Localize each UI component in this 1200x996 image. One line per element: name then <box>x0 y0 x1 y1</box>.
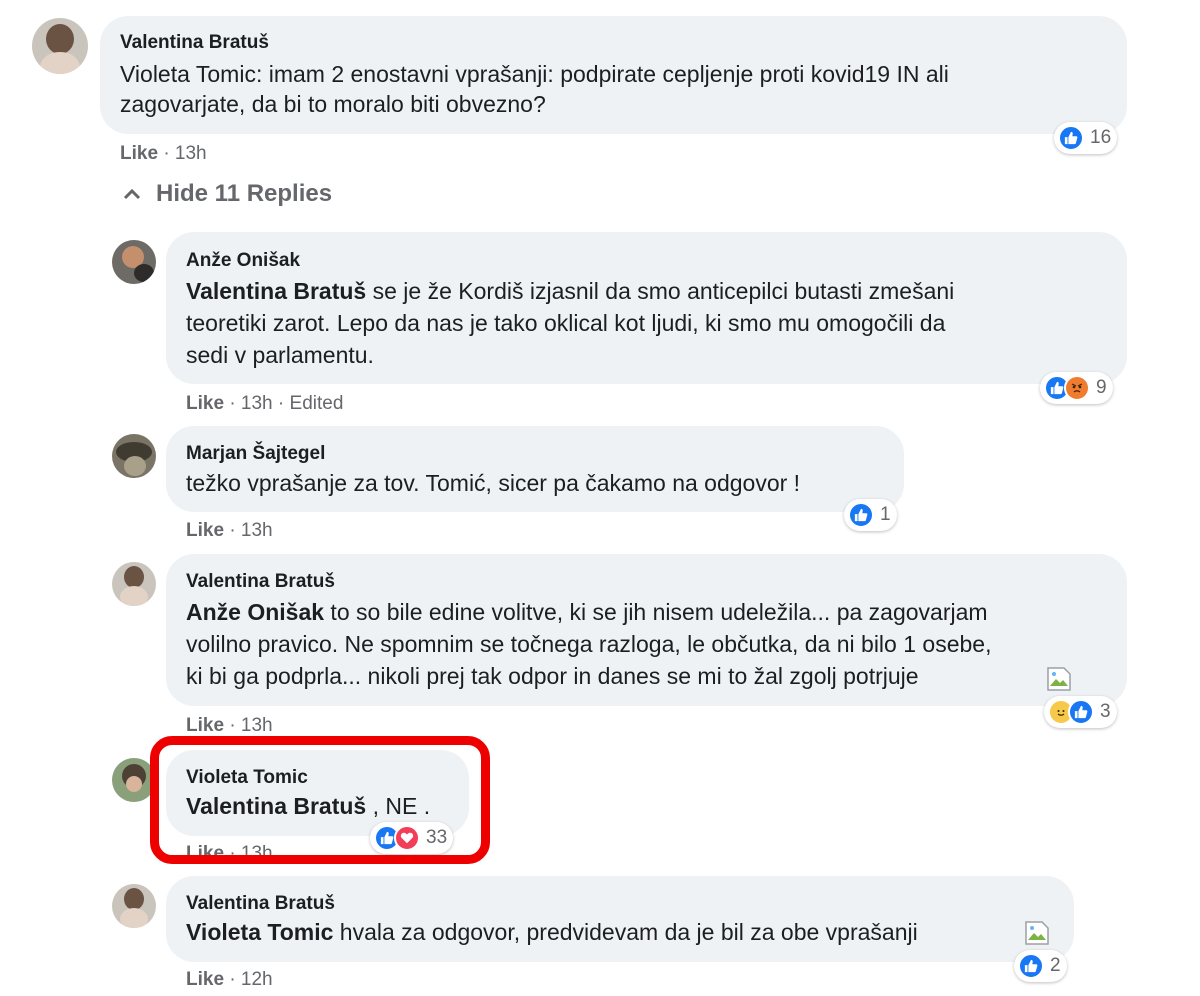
comment-text-line: volilno pravico. Ne spomnim se točnega r… <box>186 631 992 657</box>
chevron-up-icon <box>122 180 142 208</box>
reaction-summary[interactable]: 2 <box>1014 950 1067 982</box>
angry-icon <box>1064 375 1090 401</box>
comment-text-line: sedi v parlamentu. <box>186 342 374 368</box>
comment-text-line: težko vprašanje za tov. Tomić, sicer pa … <box>186 470 801 496</box>
comment-text-line: Violeta Tomic: imam 2 enostavni vprašanj… <box>120 61 949 87</box>
separator: · <box>229 393 241 414</box>
like-button[interactable]: Like <box>186 520 224 541</box>
comment-text-line: Valentina Bratuš , NE . <box>186 790 430 822</box>
like-icon <box>1068 699 1094 725</box>
mention-link[interactable]: Anže Onišak <box>186 599 324 625</box>
timestamp[interactable]: 13h <box>241 520 273 541</box>
mention-link[interactable]: Valentina Bratuš <box>186 793 366 819</box>
mention-link[interactable]: Valentina Bratuš <box>186 278 366 304</box>
comment-text-line: ki bi ga podprla... nikoli prej tak odpo… <box>186 663 919 689</box>
reaction-summary[interactable]: 16 <box>1054 122 1118 154</box>
comment-text-line: Valentina Bratuš se je že Kordiš izjasni… <box>186 275 954 307</box>
like-icon <box>848 502 874 528</box>
reaction-count: 2 <box>1050 955 1061 976</box>
like-button[interactable]: Like <box>186 969 224 990</box>
reaction-count: 1 <box>880 504 891 525</box>
comment-author[interactable]: Violeta Tomic <box>186 767 308 789</box>
comment-text: to so bile edine volitve, ki se jih nise… <box>324 599 988 625</box>
mention-link[interactable]: Violeta Tomic <box>186 919 333 945</box>
timestamp[interactable]: 13h <box>241 843 273 864</box>
comment-meta: Like · 13h · Edited <box>186 393 343 415</box>
avatar[interactable] <box>112 240 156 284</box>
comment-text-line: zagovarjate, da bi to moralo biti obvezn… <box>120 91 546 117</box>
separator: · <box>229 969 241 990</box>
comment-text-line: teoretiki zarot. Lepo da nas je tako okl… <box>186 310 946 336</box>
comment-text-line: Violeta Tomic hvala za odgovor, predvide… <box>186 916 918 948</box>
avatar[interactable] <box>32 18 88 74</box>
separator: · <box>229 843 241 864</box>
reaction-summary[interactable]: 3 <box>1044 696 1117 728</box>
avatar[interactable] <box>112 758 156 802</box>
comment-author[interactable]: Valentina Bratuš <box>120 32 269 54</box>
comment-author[interactable]: Anže Onišak <box>186 250 300 272</box>
like-button[interactable]: Like <box>186 715 224 736</box>
reaction-count: 3 <box>1100 701 1111 722</box>
avatar[interactable] <box>112 434 156 478</box>
broken-image-icon <box>1024 920 1050 946</box>
comment-meta: Like · 12h <box>186 969 273 991</box>
broken-image-icon <box>1046 666 1072 692</box>
timestamp[interactable]: 13h <box>175 143 207 164</box>
comment-author[interactable]: Marjan Šajtegel <box>186 443 325 465</box>
hide-replies-label: Hide 11 Replies <box>156 180 333 207</box>
comment-text-line: Anže Onišak to so bile edine volitve, ki… <box>186 596 988 628</box>
comment-meta: Like · 13h <box>186 520 273 542</box>
reaction-count: 33 <box>426 827 448 848</box>
love-icon <box>394 825 420 851</box>
reaction-count: 9 <box>1096 377 1107 398</box>
comment-author[interactable]: Valentina Bratuš <box>186 571 335 593</box>
like-icon <box>1058 125 1084 151</box>
timestamp[interactable]: 12h <box>241 969 273 990</box>
separator: · <box>229 520 241 541</box>
like-button[interactable]: Like <box>120 143 158 164</box>
timestamp[interactable]: 13h <box>241 715 273 736</box>
like-icon <box>1018 953 1044 979</box>
separator: · <box>229 715 241 736</box>
separator: · <box>163 143 175 164</box>
avatar[interactable] <box>112 884 156 928</box>
comment-text: se je že Kordiš izjasnil da smo anticepi… <box>366 278 955 304</box>
comment-meta: Like · 13h <box>120 143 207 165</box>
hide-replies-button[interactable]: Hide 11 Replies <box>122 180 332 208</box>
reaction-count: 16 <box>1090 127 1112 148</box>
timestamp[interactable]: 13h <box>241 393 273 414</box>
comment-text: hvala za odgovor, predvidevam da je bil … <box>333 919 918 945</box>
reaction-summary[interactable]: 9 <box>1040 372 1113 404</box>
reaction-summary[interactable]: 33 <box>370 822 454 854</box>
separator: · <box>277 393 290 414</box>
comment-meta: Like · 13h <box>186 715 273 737</box>
comment-meta: Like · 13h <box>186 843 273 865</box>
reaction-summary[interactable]: 1 <box>844 499 897 531</box>
edited-label[interactable]: Edited <box>290 393 344 414</box>
like-button[interactable]: Like <box>186 393 224 414</box>
like-button[interactable]: Like <box>186 843 224 864</box>
comment-author[interactable]: Valentina Bratuš <box>186 893 335 915</box>
comment-text: , NE . <box>366 793 431 819</box>
avatar[interactable] <box>112 562 156 606</box>
